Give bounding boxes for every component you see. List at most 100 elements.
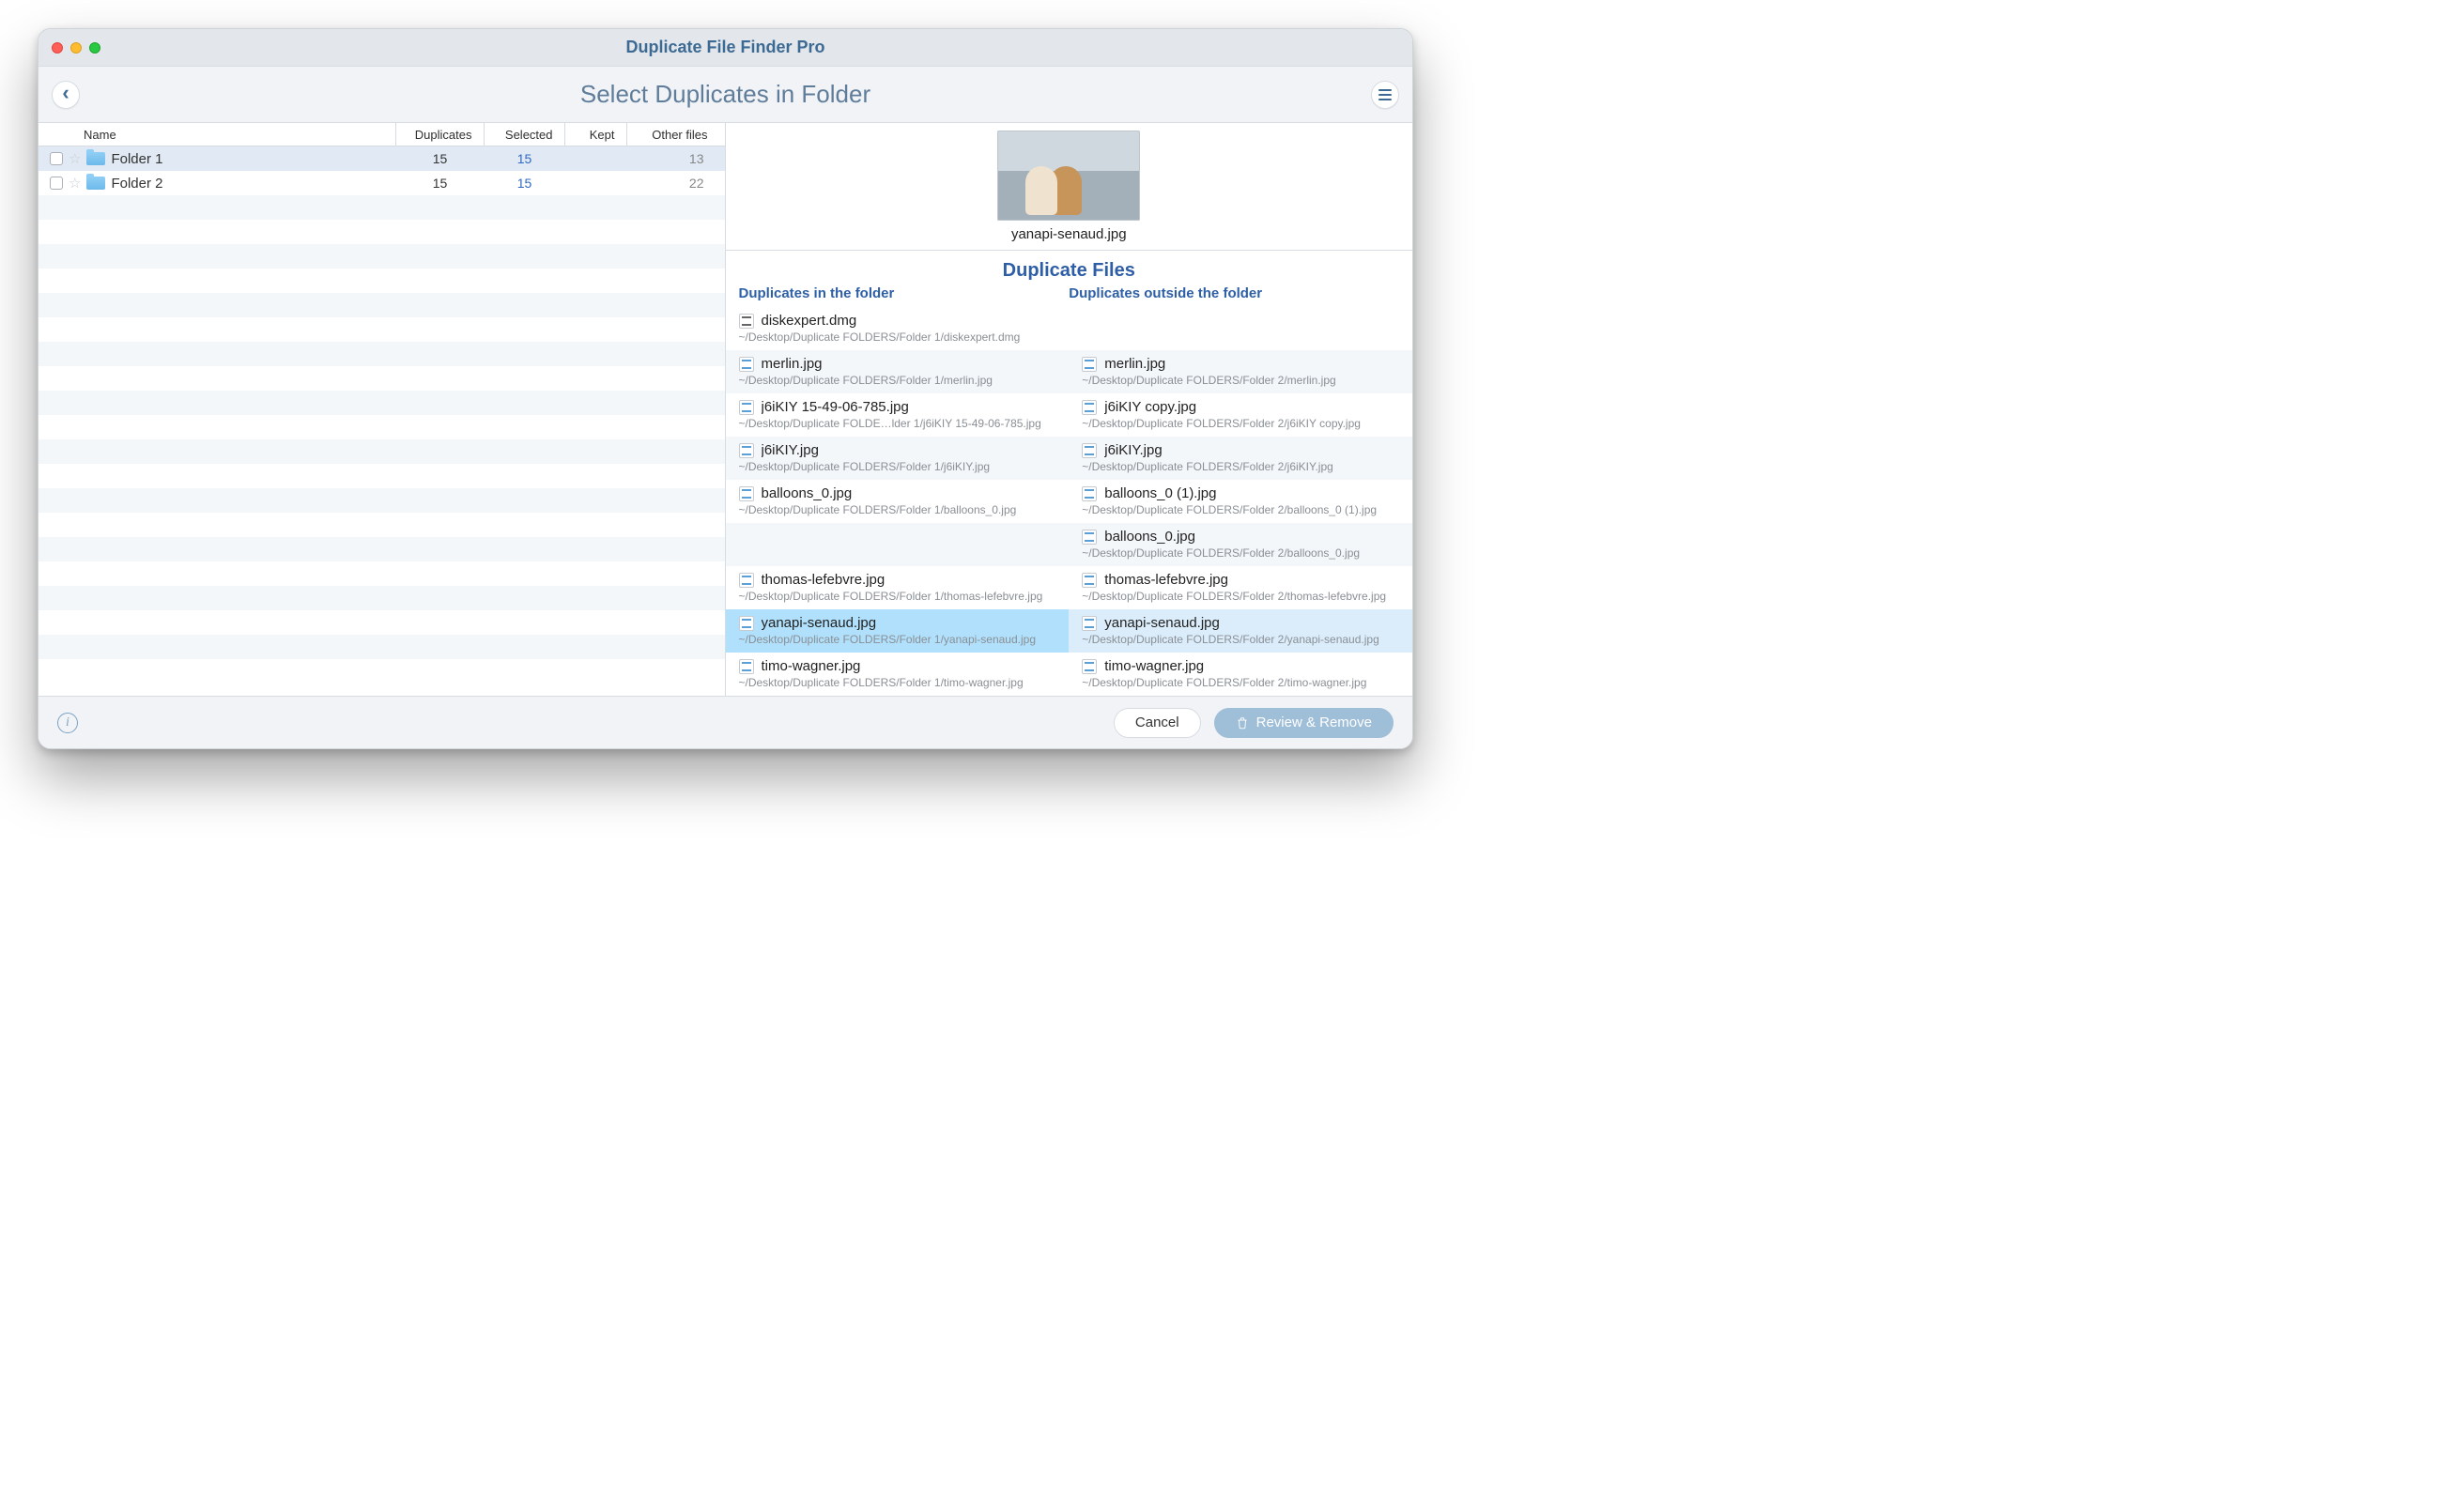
detail-row[interactable]: j6iKIY.jpg ~/Desktop/Duplicate FOLDERS/Fo… <box>726 437 1413 480</box>
close-icon[interactable] <box>52 42 63 54</box>
file-icon <box>1082 659 1097 674</box>
preview-filename: yanapi-senaud.jpg <box>1011 226 1127 242</box>
empty-row <box>38 537 725 561</box>
row-checkbox[interactable] <box>50 152 63 165</box>
detail-file-name: merlin.jpg <box>762 356 823 372</box>
footer-actions: Cancel Review & Remove <box>1114 708 1394 738</box>
detail-file-path: ~/Desktop/Duplicate FOLDERS/Folder 2/mer… <box>1082 374 1403 387</box>
empty-row <box>38 391 725 415</box>
empty-row <box>38 488 725 513</box>
detail-cell-empty <box>726 523 1070 566</box>
file-icon <box>739 314 754 329</box>
detail-list[interactable]: diskexpert.dmg~/Desktop/Duplicate FOLDER… <box>726 307 1413 696</box>
col-header-name[interactable]: Name <box>38 123 396 146</box>
empty-row <box>38 415 725 439</box>
row-name: Folder 2 <box>111 176 162 192</box>
star-icon[interactable]: ☆ <box>69 152 81 166</box>
folder-icon <box>86 177 105 190</box>
file-icon <box>739 616 754 631</box>
file-icon <box>1082 357 1097 372</box>
col-header-other[interactable]: Other files <box>627 123 725 146</box>
detail-file-path: ~/Desktop/Duplicate FOLDERS/Folder 1/tho… <box>739 590 1060 603</box>
detail-row[interactable]: j6iKIY 15-49-06-785.jpg ~/Desktop/Duplica… <box>726 393 1413 437</box>
detail-cell-right[interactable]: yanapi-senaud.jpg~/Desktop/Duplicate FOL… <box>1069 609 1412 653</box>
empty-row <box>38 317 725 342</box>
file-icon <box>739 357 754 372</box>
detail-row[interactable]: timo-wagner.jpg ~/Desktop/Duplicate FOLDE… <box>726 653 1413 696</box>
file-icon <box>739 486 754 501</box>
row-duplicates: 15 <box>396 176 485 191</box>
col-header-selected[interactable]: Selected <box>485 123 565 146</box>
detail-cell-right[interactable]: thomas-lefebvre.jpg~/Desktop/Duplicate F… <box>1069 566 1412 609</box>
empty-row <box>38 244 725 269</box>
empty-row <box>38 195 725 220</box>
detail-cell-left[interactable]: balloons_0.jpg~/Desktop/Duplicate FOLDER… <box>726 480 1070 523</box>
preview-thumbnail[interactable] <box>997 131 1140 221</box>
detail-cell-empty <box>1069 307 1412 350</box>
col-header-kept[interactable]: Kept <box>565 123 627 146</box>
detail-cell-right[interactable]: balloons_0.jpg~/Desktop/Duplicate FOLDER… <box>1069 523 1412 566</box>
detail-row[interactable]: balloons_0.jpg~/Desktop/Duplicate FOLDER… <box>726 523 1413 566</box>
detail-cell-right[interactable]: merlin.jpg ~/Desktop/Duplicate FOLDERS/Fo… <box>1069 350 1412 393</box>
detail-file-name: timo-wagner.jpg <box>1104 658 1204 674</box>
menu-button[interactable] <box>1371 81 1399 109</box>
titlebar: Duplicate File Finder Pro <box>38 29 1412 67</box>
info-button[interactable]: i <box>57 713 78 733</box>
row-selected[interactable]: 15 <box>485 151 565 166</box>
detail-file-name: thomas-lefebvre.jpg <box>762 572 886 588</box>
folder-table-rows: ☆Folder 1151513☆Folder 2151522 <box>38 146 725 696</box>
detail-cell-left[interactable]: j6iKIY.jpg ~/Desktop/Duplicate FOLDERS/Fo… <box>726 437 1070 480</box>
detail-file-path: ~/Desktop/Duplicate FOLDERS/Folder 1/tim… <box>739 676 1060 689</box>
detail-file-path: ~/Desktop/Duplicate FOLDERS/Folder 2/tim… <box>1082 676 1403 689</box>
detail-file-name: j6iKIY 15-49-06-785.jpg <box>762 399 909 415</box>
detail-cell-right[interactable]: timo-wagner.jpg ~/Desktop/Duplicate FOLDE… <box>1069 653 1412 696</box>
col-header-duplicates[interactable]: Duplicates <box>396 123 485 146</box>
detail-row[interactable]: thomas-lefebvre.jpg ~/Desktop/Duplicate F… <box>726 566 1413 609</box>
empty-row <box>38 439 725 464</box>
detail-cell-right[interactable]: j6iKIY copy.jpg~/Desktop/Duplicate FOLDE… <box>1069 393 1412 437</box>
detail-file-name: yanapi-senaud.jpg <box>1104 615 1220 631</box>
detail-file-path: ~/Desktop/Duplicate FOLDERS/Folder 2/j6i… <box>1082 417 1403 430</box>
detail-cell-left[interactable]: yanapi-senaud.jpg~/Desktop/Duplicate FOL… <box>726 609 1070 653</box>
detail-file-path: ~/Desktop/Duplicate FOLDERS/Folder 1/j6i… <box>739 460 1060 473</box>
table-row[interactable]: ☆Folder 1151513 <box>38 146 725 171</box>
detail-file-path: ~/Desktop/Duplicate FOLDERS/Folder 2/tho… <box>1082 590 1403 603</box>
detail-file-path: ~/Desktop/Duplicate FOLDERS/Folder 2/bal… <box>1082 546 1403 560</box>
row-duplicates: 15 <box>396 151 485 166</box>
row-checkbox[interactable] <box>50 177 63 190</box>
cancel-button[interactable]: Cancel <box>1114 708 1201 738</box>
detail-file-name: balloons_0.jpg <box>762 485 853 501</box>
row-selected[interactable]: 15 <box>485 176 565 191</box>
back-button[interactable] <box>52 81 80 109</box>
detail-row[interactable]: diskexpert.dmg~/Desktop/Duplicate FOLDER… <box>726 307 1413 350</box>
zoom-icon[interactable] <box>89 42 100 54</box>
empty-row <box>38 561 725 586</box>
file-icon <box>739 573 754 588</box>
detail-cell-left[interactable]: diskexpert.dmg~/Desktop/Duplicate FOLDER… <box>726 307 1070 350</box>
detail-title: Duplicate Files <box>726 251 1413 285</box>
app-window: Duplicate File Finder Pro Select Duplica… <box>38 28 1413 749</box>
detail-row[interactable]: yanapi-senaud.jpg~/Desktop/Duplicate FOL… <box>726 609 1413 653</box>
minimize-icon[interactable] <box>70 42 82 54</box>
detail-cell-left[interactable]: timo-wagner.jpg~/Desktop/Duplicate FOLDE… <box>726 653 1070 696</box>
traffic-lights <box>38 42 100 54</box>
detail-file-name: j6iKIY.jpg <box>762 442 819 458</box>
row-other: 22 <box>627 176 725 191</box>
detail-cell-left[interactable]: thomas-lefebvre.jpg ~/Desktop/Duplicate F… <box>726 566 1070 609</box>
detail-cell-left[interactable]: j6iKIY 15-49-06-785.jpg~/Desktop/Duplica… <box>726 393 1070 437</box>
file-icon <box>739 659 754 674</box>
detail-row[interactable]: balloons_0.jpg~/Desktop/Duplicate FOLDER… <box>726 480 1413 523</box>
detail-row[interactable]: merlin.jpg ~/Desktop/Duplicate FOLDERS/Fo… <box>726 350 1413 393</box>
empty-row <box>38 659 725 684</box>
table-row[interactable]: ☆ Folder 2 1515 22 <box>38 171 725 195</box>
toolbar: Select Duplicates in Folder <box>38 67 1412 123</box>
detail-cell-right[interactable]: j6iKIY.jpg~/Desktop/Duplicate FOLDERS/Fo… <box>1069 437 1412 480</box>
file-icon <box>739 443 754 458</box>
file-icon <box>1082 530 1097 545</box>
detail-file-name: merlin.jpg <box>1104 356 1165 372</box>
detail-cell-right[interactable]: balloons_0 (1).jpg~/Desktop/Duplicate FO… <box>1069 480 1412 523</box>
star-icon[interactable]: ☆ <box>69 177 81 191</box>
review-remove-button[interactable]: Review & Remove <box>1214 708 1394 738</box>
detail-cell-left[interactable]: merlin.jpg~/Desktop/Duplicate FOLDERS/Fo… <box>726 350 1070 393</box>
detail-file-name: balloons_0 (1).jpg <box>1104 485 1216 501</box>
